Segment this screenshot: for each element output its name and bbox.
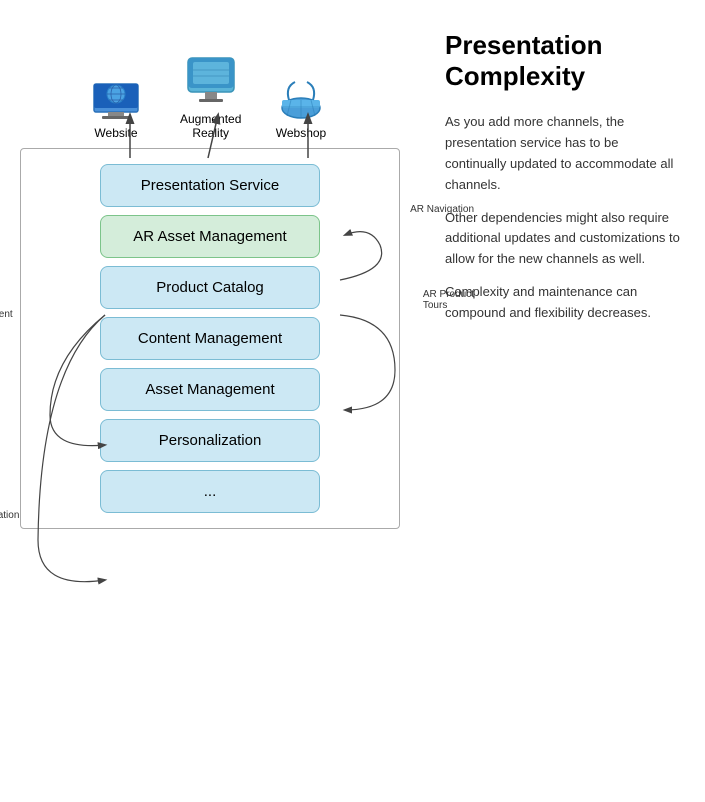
- content-management-card: Content Management: [100, 317, 320, 360]
- diagram-area: Website AugmentedReality: [10, 10, 430, 782]
- paragraph-1: As you add more channels, the presentati…: [445, 112, 680, 195]
- ar-asset-management-label: AR Asset Management: [133, 228, 286, 245]
- presentation-service-label: Presentation Service: [141, 177, 279, 194]
- website-label: Website: [94, 126, 137, 140]
- ar-icon: [185, 48, 237, 108]
- website-icon-item: Website: [90, 72, 142, 140]
- webshop-label: Webshop: [276, 126, 326, 140]
- asset-management-label: Asset Management: [145, 381, 274, 398]
- paragraph-3: Complexity and maintenance can compound …: [445, 282, 680, 324]
- webshop-icon-item: Webshop: [275, 72, 327, 140]
- webshop-icon: [275, 72, 327, 122]
- ar-asset-management-card: AR Asset Management: [100, 215, 320, 258]
- website-icon: [90, 72, 142, 122]
- personalization-label: Personalization: [159, 432, 262, 449]
- product-catalog-label: Product Catalog: [156, 279, 264, 296]
- ar-content-label: AR Content: [0, 309, 13, 320]
- ar-personalization-label: ARPersonalization: [0, 499, 19, 521]
- ellipsis-card: ...: [100, 470, 320, 513]
- top-icons-row: Website AugmentedReality: [10, 10, 430, 140]
- paragraph-2: Other dependencies might also require ad…: [445, 208, 680, 270]
- content-management-label: Content Management: [138, 330, 282, 347]
- ar-label: AugmentedReality: [180, 112, 241, 140]
- ellipsis-label: ...: [204, 483, 217, 500]
- product-catalog-card: Product Catalog: [100, 266, 320, 309]
- presentation-service-card: Presentation Service: [100, 164, 320, 207]
- asset-management-card: Asset Management: [100, 368, 320, 411]
- services-box: AR Navigation AR ProductTours AR Content…: [20, 148, 400, 529]
- text-panel: PresentationComplexity As you add more c…: [430, 10, 695, 782]
- ar-navigation-label: AR Navigation: [410, 204, 474, 215]
- panel-title: PresentationComplexity: [445, 30, 680, 92]
- ar-icon-item: AugmentedReality: [180, 48, 241, 140]
- personalization-card: Personalization: [100, 419, 320, 462]
- ar-product-tours-label: AR ProductTours: [423, 289, 474, 311]
